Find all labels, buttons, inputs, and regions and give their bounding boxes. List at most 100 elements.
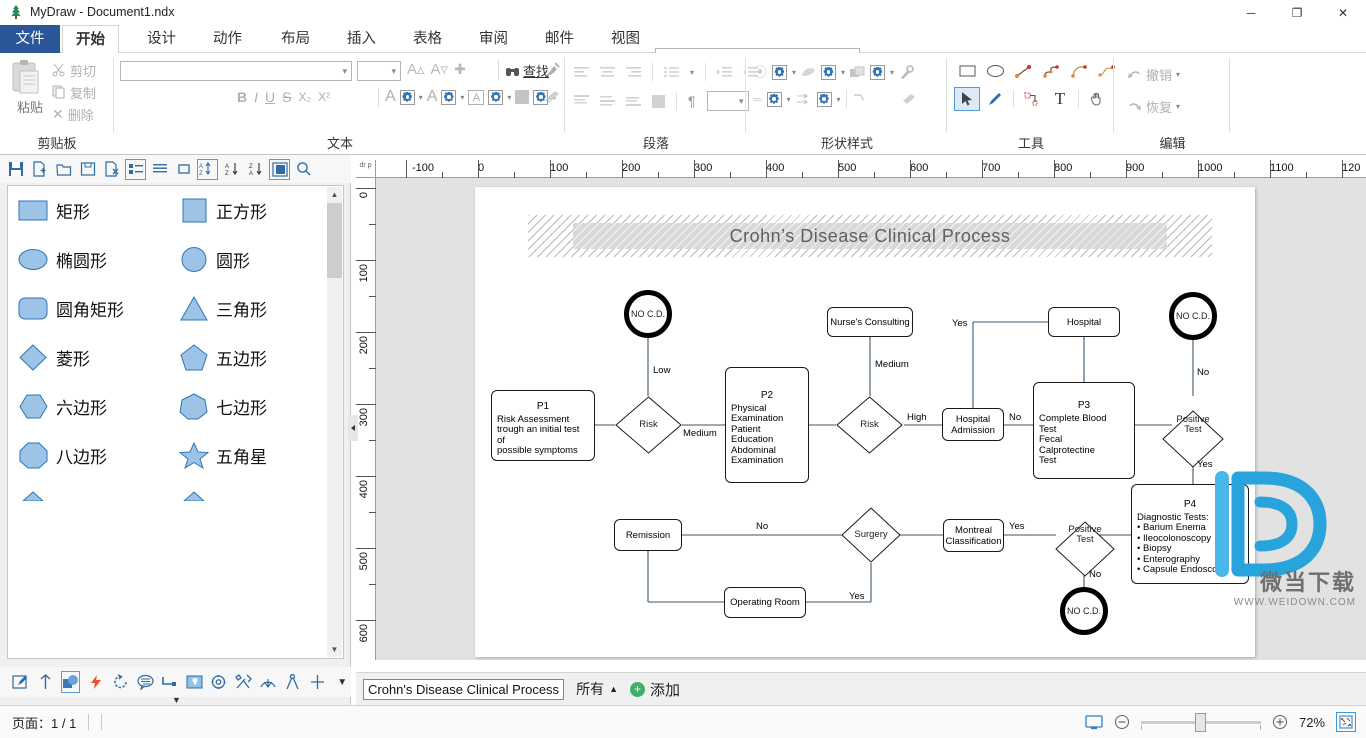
decision-risk-1[interactable]: Risk [615, 396, 682, 454]
zoom-slider[interactable] [1140, 712, 1261, 732]
rectangle-tool-icon[interactable] [954, 59, 980, 83]
minimize-button[interactable]: ─ [1228, 0, 1274, 25]
tab-design[interactable]: 设计 [134, 25, 189, 53]
fill-square-icon[interactable] [652, 94, 665, 108]
shape-item-hexagon[interactable]: 六边形 [8, 382, 168, 431]
tab-home[interactable]: 开始 [62, 25, 119, 54]
divider-icon[interactable] [309, 671, 327, 693]
shape-item-pentagon[interactable]: 五边形 [168, 333, 328, 382]
add-page-button[interactable]: + 添加 [629, 679, 680, 700]
shape-item-rectangle[interactable]: 矩形 [8, 186, 168, 235]
shape-item-circle[interactable]: 圆形 [168, 235, 328, 284]
shape-layers-gear-icon[interactable] [870, 64, 886, 80]
text-clear-brush-icon[interactable] [545, 89, 561, 103]
undo-chevron-icon[interactable]: ▾ [1176, 70, 1180, 79]
shape-item-triangle[interactable]: 三角形 [168, 284, 328, 333]
line-spacing-select[interactable]: ▾ [706, 91, 749, 111]
undo-button[interactable]: 撤销 ▾ [1127, 63, 1180, 85]
shape-shadow-chevron-icon[interactable]: ▾ [841, 68, 845, 77]
ellipse-tool-icon[interactable] [982, 59, 1008, 83]
maximize-button[interactable]: ❐ [1274, 0, 1320, 25]
tab-view[interactable]: 视图 [598, 25, 653, 53]
font-color-icon[interactable]: A [385, 88, 396, 106]
text-highlight-gear-icon[interactable] [441, 89, 457, 105]
tab-mail[interactable]: 邮件 [532, 25, 587, 53]
tab-layout[interactable]: 布局 [268, 25, 323, 53]
scroll-down-icon[interactable]: ▼ [327, 642, 342, 657]
shapes-list[interactable]: 矩形 正方形 椭圆形 圆形 圆角矩形 三角形 菱形 五边形 六边形 七边形 八边… [7, 185, 344, 659]
tab-insert[interactable]: 插入 [334, 25, 389, 53]
underline-button[interactable]: U [265, 89, 275, 105]
grow-font-icon[interactable]: A▵ [407, 60, 425, 78]
terminator-no-cd-2[interactable]: NO C.D. [1169, 292, 1217, 340]
new-stencil-icon[interactable] [29, 159, 50, 180]
node-operating-room[interactable]: Operating Room [724, 587, 806, 618]
shape-item-diamond[interactable]: 菱形 [8, 333, 168, 382]
connector-tool-icon[interactable] [1019, 87, 1045, 111]
shape-line-icon[interactable]: ═ [753, 92, 762, 106]
shape-clear-brush-icon[interactable] [901, 92, 917, 106]
tab-file[interactable]: 文件 [0, 25, 60, 53]
clear-formatting-icon[interactable]: ✚ [454, 61, 466, 78]
align-left-icon[interactable] [574, 66, 589, 78]
shape-arrow-chevron-icon[interactable]: ▾ [837, 95, 841, 104]
stencil-panel-icon[interactable] [269, 158, 290, 180]
connector-icon[interactable] [161, 671, 179, 693]
single-view-icon[interactable] [173, 159, 194, 180]
paste-button[interactable]: 粘贴 [8, 59, 52, 116]
scroll-up-icon[interactable]: ▲ [327, 187, 342, 202]
pencil-tool-icon[interactable] [982, 87, 1008, 111]
pointer-tool-icon[interactable] [954, 87, 980, 111]
search-shapes-icon[interactable] [293, 159, 314, 180]
panel-expand-caret-icon[interactable]: ▼ [172, 695, 181, 705]
comment-icon[interactable] [136, 671, 154, 693]
page-name-tab[interactable]: Crohn's Disease Clinical Process [363, 678, 565, 700]
tools-icon[interactable] [235, 671, 253, 693]
line-tool-icon[interactable] [1010, 59, 1036, 83]
shape-layers-chevron-icon[interactable]: ▾ [890, 68, 894, 77]
pan-hand-tool-icon[interactable] [1084, 87, 1110, 111]
bullet-list-icon[interactable] [664, 66, 679, 78]
redo-chevron-icon[interactable]: ▾ [1176, 102, 1180, 111]
shape-item-partial-1[interactable] [8, 480, 168, 529]
shape-item-partial-2[interactable] [168, 480, 328, 529]
node-p1[interactable]: P1 Risk Assessment trough an initial tes… [491, 390, 595, 461]
shape-line-gear-icon[interactable] [766, 91, 782, 107]
node-hospital[interactable]: Hospital [1048, 307, 1120, 337]
sort-az-toggle-icon[interactable]: AZ [197, 158, 218, 180]
text-highlight-icon[interactable]: A [427, 88, 438, 106]
cut-button[interactable]: 剪切 [52, 59, 96, 81]
italic-button[interactable]: I [254, 89, 258, 105]
open-stencil-icon[interactable] [53, 159, 74, 180]
delete-button[interactable]: ✕ 删除 [52, 103, 96, 125]
shape-arrow-gear-icon[interactable] [816, 91, 832, 107]
text-box-chevron-icon[interactable]: ▾ [507, 93, 511, 102]
decision-surgery[interactable]: Surgery [841, 507, 901, 563]
lightning-icon[interactable] [87, 671, 105, 693]
shape-connector-style-icon[interactable] [852, 92, 868, 106]
shape-fill-gear-icon[interactable] [772, 64, 787, 80]
shape-item-ellipse[interactable]: 椭圆形 [8, 235, 168, 284]
list-view-icon[interactable] [149, 159, 170, 180]
format-painter-icon[interactable] [545, 61, 561, 77]
shape-item-star5[interactable]: 五角星 [168, 431, 328, 480]
shape-item-octagon[interactable]: 八边形 [8, 431, 168, 480]
zoom-out-button[interactable] [1114, 714, 1130, 730]
panel-collapse-handle[interactable] [348, 415, 358, 441]
tab-review[interactable]: 审阅 [466, 25, 521, 53]
sort-asc-icon[interactable]: AZ [221, 159, 242, 180]
shape-shadow-gear-icon[interactable] [821, 64, 837, 80]
shape-eyedropper-icon[interactable] [899, 64, 914, 80]
arrow-up-icon[interactable] [37, 671, 55, 693]
tab-action[interactable]: 动作 [200, 25, 255, 53]
terminator-no-cd-1[interactable]: NO C.D. [624, 290, 672, 338]
freeform-tool-icon[interactable] [1038, 59, 1064, 83]
increase-indent-icon[interactable] [717, 66, 733, 78]
network-icon[interactable] [259, 671, 277, 693]
align-right-icon[interactable] [626, 66, 641, 78]
map-pin-icon[interactable] [185, 671, 203, 693]
zoom-slider-thumb[interactable] [1194, 712, 1206, 732]
superscript-button[interactable]: X² [318, 90, 330, 104]
font-color-gear-icon[interactable] [399, 89, 415, 105]
shapes-scrollbar[interactable]: ▲ ▼ [327, 187, 342, 657]
